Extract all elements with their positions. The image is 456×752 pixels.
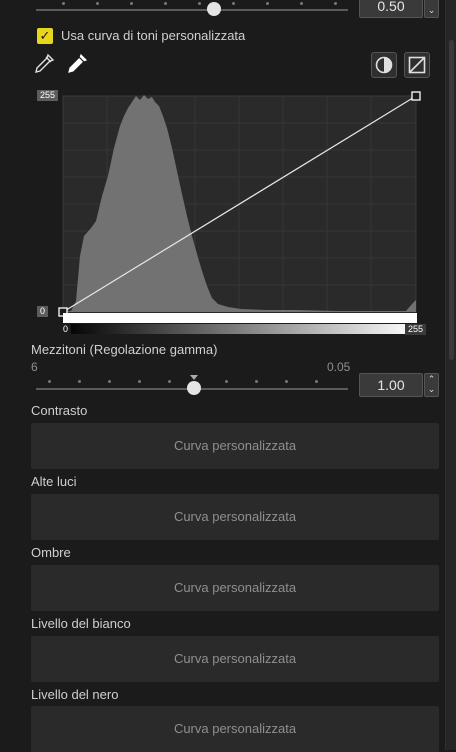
custom-curve-label: Usa curva di toni personalizzata: [61, 28, 246, 43]
slider-tick: [198, 2, 201, 5]
shadows-curve-button[interactable]: Curva personalizzata: [31, 565, 439, 611]
top-value-spinner[interactable]: ⌄: [424, 0, 439, 18]
contrast-curve-button[interactable]: Curva personalizzata: [31, 423, 439, 469]
slider-tick: [96, 2, 99, 5]
slider-tick: [48, 380, 51, 383]
slider-tick: [225, 380, 228, 383]
white-level-curve-button[interactable]: Curva personalizzata: [31, 636, 439, 682]
curve-min-tag: 0: [37, 306, 49, 317]
slider-tick: [232, 2, 235, 5]
slider-tick: [334, 2, 337, 5]
slider-tick: [138, 380, 141, 383]
slider-tick: [285, 380, 288, 383]
curve-max-tag: 255: [37, 90, 59, 101]
slider-tick: [130, 2, 133, 5]
black-level-curve-button[interactable]: Curva personalizzata: [31, 706, 439, 752]
scrollbar-thumb[interactable]: [449, 40, 454, 360]
slider-tick: [164, 2, 167, 5]
white-point-eyedropper-icon[interactable]: [66, 53, 88, 75]
input-gradient-bar: [63, 324, 417, 334]
highlights-label: Alte luci: [31, 474, 77, 489]
top-slider-knob[interactable]: [207, 2, 221, 16]
midtones-default-marker: [190, 375, 198, 380]
midtones-value-field[interactable]: 1.00: [359, 373, 423, 397]
black-level-label: Livello del nero: [31, 687, 119, 702]
top-slider-track[interactable]: [36, 9, 348, 11]
top-value-field[interactable]: 0.50: [359, 0, 423, 18]
midtones-value-spinner[interactable]: ⌃ ⌄: [424, 373, 439, 397]
shadows-label: Ombre: [31, 545, 71, 560]
slider-tick: [300, 2, 303, 5]
contrast-icon[interactable]: [371, 52, 397, 78]
panel-scrollbar[interactable]: [445, 0, 456, 750]
midtones-range-max: 0.05: [327, 360, 351, 374]
highlights-curve-button[interactable]: Curva personalizzata: [31, 494, 439, 540]
tone-curve-graph[interactable]: [36, 86, 436, 336]
slider-tick: [255, 380, 258, 383]
output-white-bar: [63, 313, 417, 323]
curve-point-white: [411, 91, 421, 101]
linear-curve-icon[interactable]: [404, 52, 430, 78]
white-level-label: Livello del bianco: [31, 616, 131, 631]
gradient-max-tag[interactable]: 255: [405, 324, 427, 335]
slider-tick: [62, 2, 65, 5]
midtones-range-min: 6: [31, 360, 38, 374]
slider-tick: [108, 380, 111, 383]
slider-tick: [78, 380, 81, 383]
slider-tick: [266, 2, 269, 5]
slider-tick: [315, 380, 318, 383]
contrast-label: Contrasto: [31, 403, 88, 418]
slider-tick: [168, 380, 171, 383]
midtones-label: Mezzitoni (Regolazione gamma): [31, 342, 218, 357]
midtones-slider-knob[interactable]: [187, 381, 201, 395]
custom-curve-checkbox[interactable]: ✓: [37, 28, 53, 44]
gradient-min-tag[interactable]: 0: [60, 324, 72, 335]
black-point-eyedropper-icon[interactable]: [33, 53, 55, 75]
